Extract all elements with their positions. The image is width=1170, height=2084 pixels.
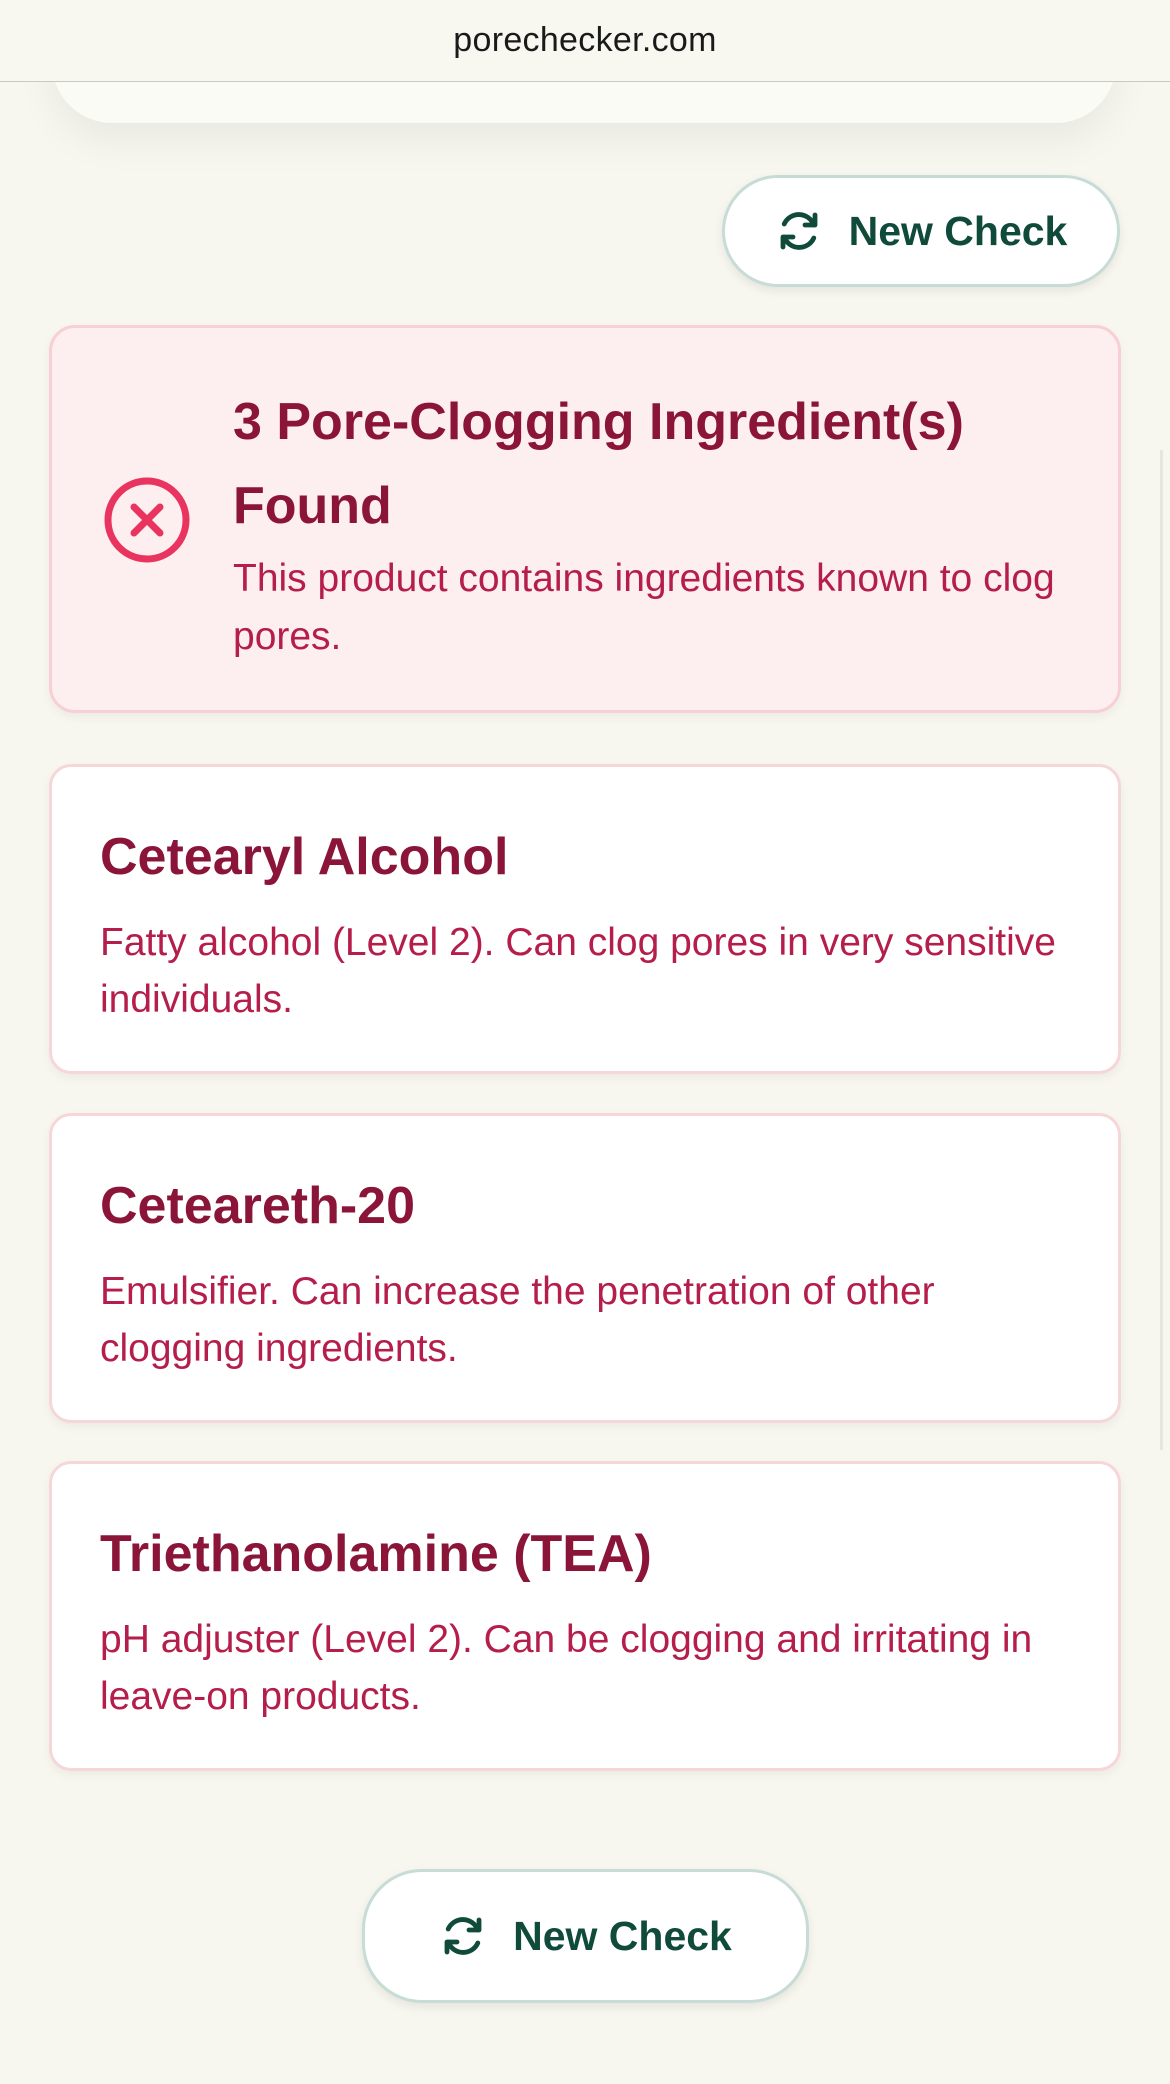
clogging-alert: 3 Pore-Clogging Ingredient(s) Found This… [49, 325, 1121, 713]
refresh-icon [775, 207, 823, 255]
error-circle-x-icon [102, 475, 192, 565]
url-text: porechecker.com [453, 21, 717, 59]
ingredient-description: Emulsifier. Can increase the penetration… [100, 1270, 935, 1370]
new-check-button-bottom[interactable]: New Check [362, 1869, 809, 2003]
ingredient-card: Triethanolamine (TEA) pH adjuster (Level… [49, 1461, 1121, 1771]
scrollbar-track[interactable] [1160, 450, 1163, 1450]
ingredient-description: pH adjuster (Level 2). Can be clogging a… [100, 1618, 1033, 1718]
ingredient-name: Triethanolamine (TEA) [100, 1525, 652, 1583]
ingredient-name: Ceteareth-20 [100, 1177, 416, 1235]
browser-address-bar[interactable]: porechecker.com [0, 0, 1170, 82]
new-check-label: New Check [848, 207, 1068, 254]
ingredient-description: Fatty alcohol (Level 2). Can clog pores … [100, 921, 1056, 1021]
ingredient-card: Cetearyl Alcohol Fatty alcohol (Level 2)… [49, 764, 1121, 1074]
new-check-label: New Check [513, 1912, 732, 1959]
refresh-icon [439, 1912, 487, 1960]
ingredient-card: Ceteareth-20 Emulsifier. Can increase th… [49, 1113, 1121, 1423]
ingredient-name: Cetearyl Alcohol [100, 828, 509, 886]
new-check-button-top[interactable]: New Check [722, 175, 1120, 287]
alert-description: This product contains ingredients known … [233, 557, 1055, 658]
alert-title: 3 Pore-Clogging Ingredient(s) Found [233, 393, 964, 535]
